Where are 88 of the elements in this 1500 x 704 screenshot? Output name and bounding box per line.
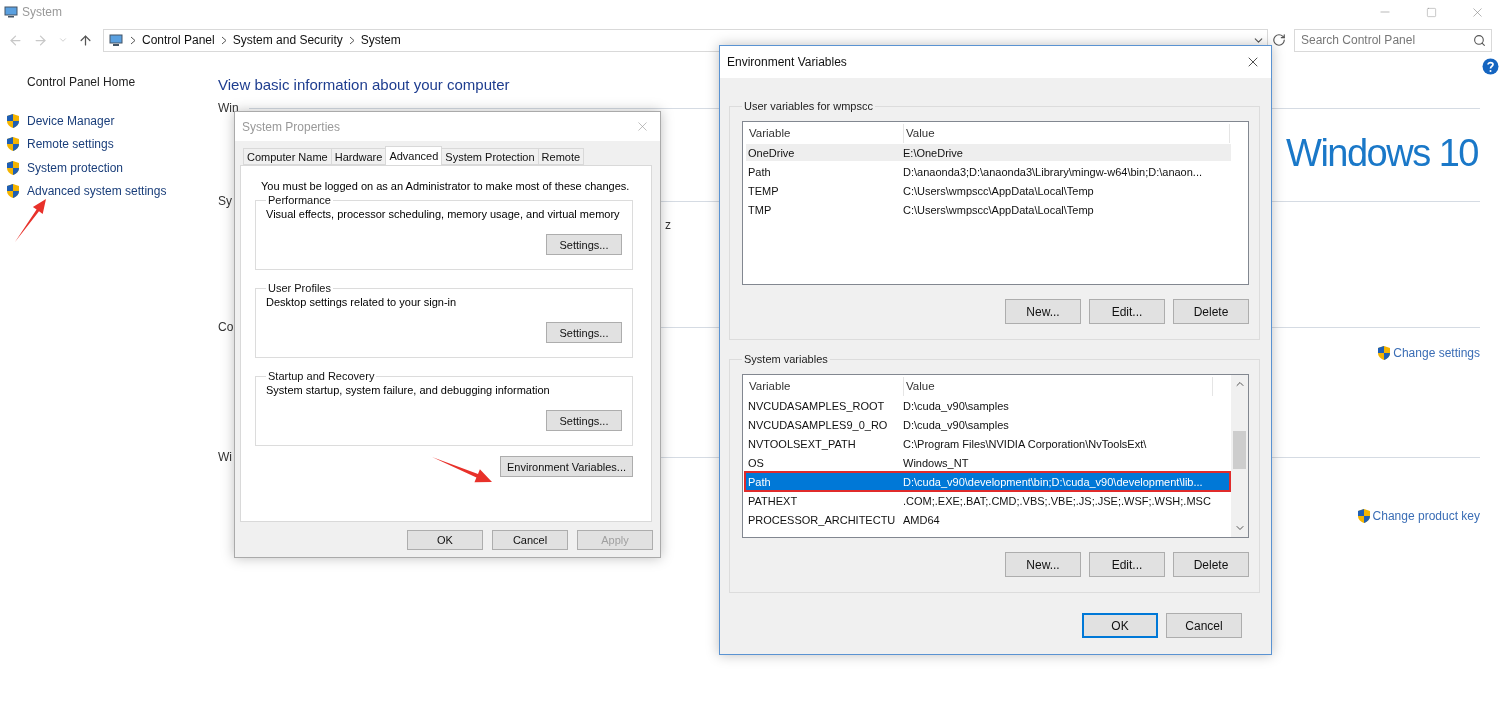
variable-row[interactable]: Path D:\anaonda3;D:\anaonda3\Library\mingw-w64\bin;D:\anaon... <box>746 163 1231 180</box>
tab[interactable]: Advanced <box>385 146 443 165</box>
annotation-arrow <box>432 457 493 483</box>
list-action-button[interactable]: Edit... <box>1089 299 1165 324</box>
breadcrumb-item[interactable]: System <box>360 33 401 47</box>
group-title: Performance <box>267 194 332 206</box>
group-title: Startup and Recovery <box>267 370 376 382</box>
variables-list[interactable]: Variable Value OneDrive E:\OneDrive Path D:\anaonda3;D:\anaonda3\Library\mingw-w64\bin;D:\anaon... TEMP C:\Users\wmpscc\AppData\Local\Temp TMP C:\Users\wmpscc\AppData\Local\Temp <box>742 121 1249 285</box>
settings-link[interactable]: Change product key <box>1355 508 1480 524</box>
sidebar-item[interactable]: Advanced system settings <box>0 179 218 203</box>
group-description: Visual effects, processor scheduling, memory usage, and virtual memory <box>266 208 621 220</box>
section-text: z <box>665 218 671 233</box>
dialog-title: System Properties <box>242 119 341 134</box>
shield-icon <box>5 159 21 176</box>
search-field[interactable]: Search Control Panel <box>1294 28 1492 52</box>
variable-row[interactable]: PROCESSOR_ARCHITECTU AMD64 <box>746 511 1229 528</box>
settings-button[interactable]: Settings... <box>546 410 622 431</box>
settings-link[interactable]: Change settings <box>1376 345 1480 361</box>
section-heading: Win <box>218 101 239 115</box>
computer-icon <box>108 33 124 47</box>
windows-logo-text: Windows 10 <box>1286 131 1478 176</box>
forward-button[interactable] <box>33 32 48 48</box>
shield-icon <box>5 136 21 153</box>
sidebar-item[interactable]: Remote settings <box>0 132 218 156</box>
variables-list[interactable] <box>742 374 1249 538</box>
chevron-right-icon <box>348 35 355 45</box>
variable-row[interactable]: OS Windows_NT <box>746 454 1229 471</box>
sidebar-link[interactable]: Control Panel Home <box>27 75 218 89</box>
dialog-button[interactable]: OK <box>1082 613 1158 638</box>
section-heading: Co <box>218 320 234 334</box>
shield-icon <box>5 112 21 129</box>
settings-button[interactable]: Settings... <box>546 234 622 255</box>
variable-row[interactable]: NVCUDASAMPLES9_0_RO D:\cuda_v90\samples <box>746 416 1229 433</box>
sidebar-item[interactable]: Device Manager <box>0 109 218 133</box>
scrollbar-thumb[interactable] <box>1233 431 1246 469</box>
computer-icon <box>4 6 18 18</box>
group-description: Desktop settings related to your sign-in <box>266 296 458 308</box>
back-button[interactable] <box>8 32 23 48</box>
variable-row[interactable]: TEMP C:\Users\wmpscc\AppData\Local\Temp <box>746 182 1231 199</box>
shield-icon <box>1376 345 1393 361</box>
search-icon <box>1473 33 1486 47</box>
column-header[interactable]: Variable <box>747 377 904 396</box>
chevron-right-icon <box>220 35 227 45</box>
list-action-button[interactable]: New... <box>1005 299 1081 324</box>
dialog-button[interactable]: Cancel <box>492 530 568 550</box>
variable-row[interactable]: NVCUDASAMPLES_ROOT D:\cuda_v90\samples <box>746 397 1229 414</box>
variable-row[interactable]: NVTOOLSEXT_PATH C:\Program Files\NVIDIA Corporation\NvToolsExt\ <box>746 435 1229 452</box>
list-action-button[interactable]: Edit... <box>1089 552 1165 577</box>
page-heading: View basic information about your computer <box>218 76 511 95</box>
scrollbar[interactable] <box>1231 375 1248 537</box>
tab[interactable]: Hardware <box>330 148 387 165</box>
history-dropdown-button[interactable] <box>58 35 68 45</box>
variable-row[interactable]: OneDrive E:\OneDrive <box>746 144 1231 161</box>
variable-row[interactable]: Path D:\cuda_v90\development\bin;D:\cuda_v90\development\lib... <box>746 473 1229 490</box>
up-button[interactable] <box>78 32 93 48</box>
settings-button[interactable]: Settings... <box>546 322 622 343</box>
group-title: System variables <box>743 353 829 365</box>
chevron-right-icon <box>130 35 136 45</box>
dialog-title: Environment Variables <box>727 55 847 69</box>
section-heading: Sy <box>218 194 232 208</box>
shield-icon <box>1355 508 1372 524</box>
variable-row[interactable]: PATHEXT .COM;.EXE;.BAT;.CMD;.VBS;.VBE;.JS;.JSE;.WSF;.WSH;.MSC <box>746 492 1229 509</box>
dialog-button[interactable]: OK <box>407 530 483 550</box>
list-action-button[interactable]: Delete <box>1173 299 1249 324</box>
column-header[interactable]: Value <box>904 124 1230 143</box>
column-header[interactable]: Variable <box>747 124 904 143</box>
group-title: User variables for wmpscc <box>743 100 874 112</box>
help-icon[interactable] <box>1482 58 1499 75</box>
refresh-button[interactable] <box>1272 33 1286 47</box>
group-description: System startup, system failure, and debugging information <box>266 384 551 396</box>
dialog-button[interactable]: Cancel <box>1166 613 1242 638</box>
group-title: User Profiles <box>267 282 332 294</box>
list-action-button[interactable]: Delete <box>1173 552 1249 577</box>
variable-row[interactable]: TMP C:\Users\wmpscc\AppData\Local\Temp <box>746 201 1231 218</box>
maximize-icon <box>1425 6 1437 18</box>
breadcrumb-item[interactable]: Control Panel <box>142 33 215 47</box>
sidebar-item[interactable]: System protection <box>0 156 218 180</box>
list-action-button[interactable]: New... <box>1005 552 1081 577</box>
window-title: System <box>22 5 62 19</box>
tab[interactable]: Remote <box>537 148 585 165</box>
breadcrumb-item[interactable]: System and Security <box>232 33 343 47</box>
tab[interactable]: Computer Name <box>243 148 332 165</box>
section-heading: Wi <box>218 450 232 464</box>
environment-variables-button[interactable]: Environment Variables... <box>500 456 633 477</box>
tab[interactable]: System Protection <box>441 148 539 165</box>
column-header[interactable]: Value <box>904 377 1213 396</box>
shield-icon <box>5 183 21 200</box>
notice-text: You must be logged on as an Administrator to make most of these changes. <box>261 180 631 192</box>
